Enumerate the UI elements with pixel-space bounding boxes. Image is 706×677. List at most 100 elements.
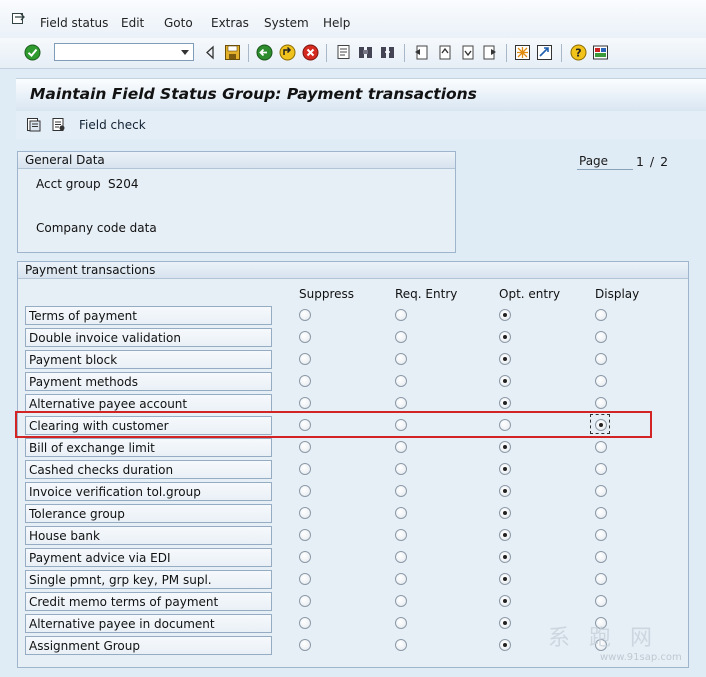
radio-opt-entry[interactable] [499,529,511,541]
radio-display[interactable] [595,353,607,365]
save-icon[interactable] [224,44,241,61]
radio-suppress[interactable] [299,375,311,387]
radio-req-entry[interactable] [395,463,407,475]
radio-opt-entry[interactable] [499,573,511,585]
back-icon[interactable] [256,44,273,61]
previous-page-icon[interactable] [436,44,453,61]
row-label: Payment methods [25,372,272,391]
radio-opt-entry[interactable] [499,507,511,519]
customize-layout-icon[interactable] [592,44,609,61]
radio-suppress[interactable] [299,595,311,607]
radio-suppress[interactable] [299,331,311,343]
radio-suppress[interactable] [299,639,311,651]
exit-icon[interactable] [279,44,296,61]
radio-opt-entry[interactable] [499,639,511,651]
column-header-suppress: Suppress [299,287,355,301]
radio-req-entry[interactable] [395,595,407,607]
radio-suppress[interactable] [299,397,311,409]
radio-req-entry[interactable] [395,639,407,651]
next-page-icon[interactable] [459,44,476,61]
radio-opt-entry[interactable] [499,309,511,321]
radio-req-entry[interactable] [395,529,407,541]
create-session-icon[interactable] [514,44,531,61]
radio-opt-entry[interactable] [499,595,511,607]
menu-toggle-icon[interactable] [12,13,26,25]
find-next-icon[interactable] [379,44,396,61]
radio-req-entry[interactable] [395,375,407,387]
last-page-icon[interactable] [481,44,498,61]
radio-display[interactable] [595,551,607,563]
field-check-button[interactable]: Field check [79,118,146,132]
radio-req-entry[interactable] [395,441,407,453]
radio-suppress[interactable] [299,309,311,321]
row-label: Bill of exchange limit [25,438,272,457]
other-group-icon[interactable] [26,117,41,132]
row-label: Double invoice validation [25,328,272,347]
first-page-icon[interactable] [413,44,430,61]
menu-system[interactable]: System [264,16,309,30]
general-data-header: General Data [18,152,455,169]
shortcut-icon[interactable] [536,44,553,61]
row-label: Invoice verification tol.group [25,482,272,501]
radio-suppress[interactable] [299,573,311,585]
radio-opt-entry[interactable] [499,331,511,343]
radio-req-entry[interactable] [395,353,407,365]
application-toolbar: Field check [16,111,706,139]
radio-opt-entry[interactable] [499,375,511,387]
print-icon[interactable] [335,44,352,61]
menu-help[interactable]: Help [323,16,350,30]
radio-display[interactable] [595,485,607,497]
standard-toolbar: ? [0,38,706,69]
radio-suppress[interactable] [299,551,311,563]
radio-display[interactable] [595,397,607,409]
general-data-panel: General Data [17,151,456,253]
watermark-url: www.91sap.com [600,652,682,663]
cancel-icon[interactable] [302,44,319,61]
row-label: House bank [25,526,272,545]
radio-opt-entry[interactable] [499,485,511,497]
radio-suppress[interactable] [299,441,311,453]
menu-field-status[interactable]: Field status [40,16,108,30]
radio-suppress[interactable] [299,485,311,497]
radio-req-entry[interactable] [395,397,407,409]
menu-edit[interactable]: Edit [121,16,144,30]
radio-suppress[interactable] [299,463,311,475]
radio-suppress[interactable] [299,529,311,541]
help-icon[interactable]: ? [570,44,587,61]
radio-display[interactable] [595,529,607,541]
acct-group-label: Acct group [36,177,101,191]
radio-opt-entry[interactable] [499,617,511,629]
radio-req-entry[interactable] [395,551,407,563]
enter-checkmark-icon[interactable] [24,44,41,61]
radio-suppress[interactable] [299,353,311,365]
radio-display[interactable] [595,375,607,387]
menu-bar: Field status Edit Goto Extras System Help [0,0,706,39]
menu-extras[interactable]: Extras [211,16,249,30]
radio-opt-entry[interactable] [499,353,511,365]
radio-req-entry[interactable] [395,331,407,343]
radio-req-entry[interactable] [395,617,407,629]
radio-req-entry[interactable] [395,485,407,497]
radio-display[interactable] [595,441,607,453]
radio-display[interactable] [595,573,607,585]
command-field[interactable] [54,43,194,61]
radio-opt-entry[interactable] [499,397,511,409]
menu-goto[interactable]: Goto [164,16,193,30]
radio-suppress[interactable] [299,617,311,629]
radio-opt-entry[interactable] [499,551,511,563]
radio-opt-entry[interactable] [499,441,511,453]
radio-req-entry[interactable] [395,507,407,519]
radio-suppress[interactable] [299,507,311,519]
find-icon[interactable] [357,44,374,61]
radio-opt-entry[interactable] [499,463,511,475]
radio-display[interactable] [595,331,607,343]
radio-req-entry[interactable] [395,309,407,321]
radio-display[interactable] [595,595,607,607]
collapse-arrow-icon[interactable] [202,44,219,61]
radio-display[interactable] [595,309,607,321]
subgroup-list-icon[interactable] [51,117,66,132]
radio-display[interactable] [595,463,607,475]
radio-req-entry[interactable] [395,573,407,585]
radio-display[interactable] [595,507,607,519]
command-dropdown-icon[interactable] [178,45,192,59]
